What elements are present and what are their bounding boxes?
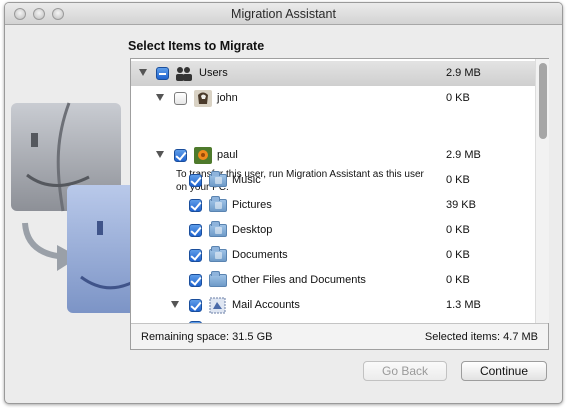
continue-button[interactable]: Continue <box>461 361 547 381</box>
mail-accounts-label: Mail Accounts <box>232 299 300 311</box>
music-label: Music <box>232 174 261 186</box>
pictures-folder-icon <box>209 196 227 212</box>
users-size: 2.9 MB <box>446 67 481 79</box>
mail-accounts-size: 1.3 MB <box>446 299 481 311</box>
music-size: 0 KB <box>446 174 470 186</box>
disclosure-triangle-icon[interactable] <box>171 301 179 308</box>
pictures-checkbox[interactable] <box>189 199 202 212</box>
users-checkbox[interactable] <box>156 67 169 80</box>
vertical-scrollbar[interactable] <box>535 59 549 323</box>
items-tree[interactable]: Users 2.9 MB john 0 KB To transfer this … <box>131 59 535 323</box>
selected-items-text: Selected items: 4.7 MB <box>424 331 538 343</box>
tree-row-documents[interactable]: Documents 0 KB <box>131 243 535 268</box>
mail-accounts-checkbox[interactable] <box>189 299 202 312</box>
remaining-space-text: Remaining space: 31.5 GB <box>141 331 273 343</box>
disclosure-triangle-icon[interactable] <box>139 69 147 76</box>
music-checkbox[interactable] <box>189 174 202 187</box>
tree-row-paul[interactable]: paul 2.9 MB <box>131 143 535 168</box>
eagle-avatar-icon <box>194 90 212 107</box>
documents-label: Documents <box>232 249 288 261</box>
migration-art-icon <box>11 102 135 313</box>
john-checkbox[interactable] <box>174 92 187 105</box>
mail-stamp-icon <box>209 297 226 314</box>
status-bar: Remaining space: 31.5 GB Selected items:… <box>131 323 548 349</box>
tree-row-pictures[interactable]: Pictures 39 KB <box>131 193 535 218</box>
documents-folder-icon <box>209 246 227 262</box>
disclosure-triangle-icon[interactable] <box>156 94 164 101</box>
section-title: Select Items to Migrate <box>128 39 265 53</box>
folder-icon <box>209 271 227 287</box>
title-bar: Migration Assistant <box>5 3 562 25</box>
go-back-button[interactable]: Go Back <box>363 361 447 381</box>
tree-row-desktop[interactable]: Desktop 0 KB <box>131 218 535 243</box>
john-label: john <box>217 92 238 104</box>
desktop-label: Desktop <box>232 224 273 236</box>
other-files-size: 0 KB <box>446 274 470 286</box>
pictures-size: 39 KB <box>446 199 476 211</box>
pictures-label: Pictures <box>232 199 272 211</box>
flower-avatar-icon <box>194 147 212 164</box>
documents-size: 0 KB <box>446 249 470 261</box>
paul-size: 2.9 MB <box>446 149 481 161</box>
other-files-checkbox[interactable] <box>189 274 202 287</box>
scrollbar-thumb[interactable] <box>539 63 547 139</box>
paul-label: paul <box>217 149 238 161</box>
users-group-icon <box>176 67 192 81</box>
tree-row-music[interactable]: Music 0 KB <box>131 168 535 193</box>
disclosure-triangle-icon[interactable] <box>156 151 164 158</box>
john-size: 0 KB <box>446 92 470 104</box>
tree-row-users[interactable]: Users 2.9 MB <box>131 61 535 86</box>
desktop-size: 0 KB <box>446 224 470 236</box>
migration-items-panel: Users 2.9 MB john 0 KB To transfer this … <box>130 58 549 350</box>
documents-checkbox[interactable] <box>189 249 202 262</box>
music-folder-icon <box>209 171 227 187</box>
users-label: Users <box>199 67 228 79</box>
desktop-folder-icon <box>209 221 227 237</box>
tree-row-john[interactable]: john 0 KB <box>131 86 535 111</box>
tree-row-mail-accounts[interactable]: Mail Accounts 1.3 MB <box>131 293 535 318</box>
window-title: Migration Assistant <box>231 7 336 21</box>
paul-checkbox[interactable] <box>174 149 187 162</box>
other-files-label: Other Files and Documents <box>232 274 366 286</box>
tree-row-other-files[interactable]: Other Files and Documents 0 KB <box>131 268 535 293</box>
migration-assistant-window: Migration Assistant Select Items to Migr… <box>4 2 563 404</box>
desktop-checkbox[interactable] <box>189 224 202 237</box>
